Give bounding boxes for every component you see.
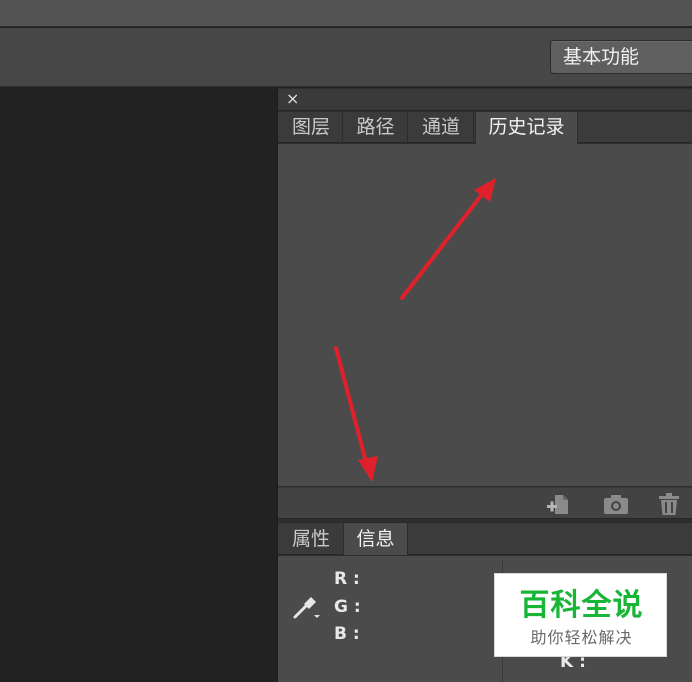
trash-icon[interactable] [656, 492, 682, 516]
watermark-subtitle: 助你轻松解决 [530, 628, 633, 647]
tab-paths[interactable]: 路径 [344, 112, 408, 143]
document-canvas[interactable] [0, 88, 277, 682]
tab-history[interactable]: 历史记录 [475, 112, 578, 144]
close-icon[interactable]: × [286, 91, 300, 107]
eyedropper-icon[interactable] [292, 595, 322, 621]
info-label-r: R : [334, 569, 360, 589]
info-label-b: B : [334, 624, 360, 644]
tab-info[interactable]: 信息 [343, 523, 408, 555]
watermark-logo: 百科全说 助你轻松解决 [494, 573, 667, 657]
history-panel-footer [278, 487, 692, 519]
tab-channels[interactable]: 通道 [409, 112, 474, 143]
history-panel-list[interactable] [278, 144, 692, 486]
watermark-title: 百科全说 [519, 588, 644, 623]
application-menu-bar [0, 0, 692, 27]
camera-snapshot-icon[interactable] [603, 492, 629, 516]
panel-titlebar[interactable] [278, 89, 692, 111]
info-label-g: G : [334, 597, 361, 617]
tab-properties[interactable]: 属性 [280, 523, 342, 555]
new-document-from-state-icon[interactable] [545, 492, 571, 516]
tab-layers[interactable]: 图层 [280, 112, 343, 143]
workspace-switcher[interactable]: 基本功能 [550, 40, 692, 74]
